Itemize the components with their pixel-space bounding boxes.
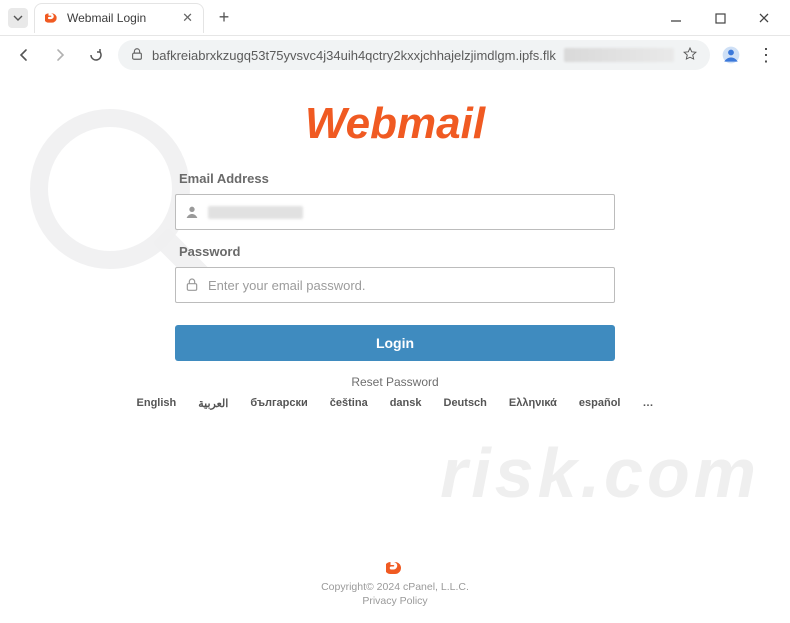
lang-option[interactable]: Ελληνικά (509, 397, 557, 410)
tab-close-button[interactable]: ✕ (182, 10, 193, 26)
new-tab-button[interactable]: + (210, 4, 238, 32)
language-row: English العربية български čeština dansk … (175, 397, 615, 410)
login-form: Webmail Email Address Password Login Res… (175, 99, 615, 410)
webmail-logo: Webmail (175, 99, 615, 149)
browser-tab[interactable]: Webmail Login ✕ (34, 3, 204, 33)
browser-menu-button[interactable]: ⋮ (752, 45, 780, 66)
browser-titlebar: Webmail Login ✕ + (0, 0, 790, 36)
password-label: Password (175, 244, 615, 259)
page-content: risk.com Webmail Email Address Password … (0, 74, 790, 623)
nav-forward-button[interactable] (46, 41, 74, 69)
lang-option[interactable]: español (579, 397, 621, 410)
page-footer: Copyright© 2024 cPanel, L.L.C. Privacy P… (0, 559, 790, 607)
email-label: Email Address (175, 171, 615, 186)
tab-dropdown-button[interactable] (8, 8, 28, 28)
login-button[interactable]: Login (175, 325, 615, 361)
watermark-text: risk.com (440, 433, 760, 513)
email-value-obscured (208, 206, 303, 219)
lock-icon (184, 277, 200, 293)
url-obscured-suffix (564, 48, 674, 62)
lang-option[interactable]: dansk (390, 397, 422, 410)
reset-password-link[interactable]: Reset Password (175, 375, 615, 389)
email-field[interactable] (175, 194, 615, 230)
nav-reload-button[interactable] (82, 41, 110, 69)
lang-option[interactable]: Deutsch (444, 397, 487, 410)
site-info-icon[interactable] (130, 47, 144, 64)
window-maximize-button[interactable] (698, 4, 742, 32)
tab-title: Webmail Login (67, 11, 174, 25)
password-field[interactable] (175, 267, 615, 303)
nav-back-button[interactable] (10, 41, 38, 69)
copyright-text: Copyright© 2024 cPanel, L.L.C. (0, 581, 790, 593)
window-close-button[interactable] (742, 4, 786, 32)
password-input[interactable] (208, 278, 606, 293)
address-bar[interactable]: bafkreiabrxkzugq53t75yvsvc4j34uih4qctry2… (118, 40, 710, 70)
lang-option[interactable]: български (250, 397, 307, 410)
privacy-policy-link[interactable]: Privacy Policy (0, 595, 790, 607)
user-icon (184, 204, 200, 220)
profile-avatar[interactable] (718, 42, 744, 68)
browser-toolbar: bafkreiabrxkzugq53t75yvsvc4j34uih4qctry2… (0, 36, 790, 74)
lang-option[interactable]: العربية (198, 397, 228, 410)
lang-more[interactable]: … (642, 397, 653, 410)
lang-option[interactable]: čeština (330, 397, 368, 410)
cpanel-logo (0, 559, 790, 577)
lang-option[interactable]: English (137, 397, 177, 410)
url-text: bafkreiabrxkzugq53t75yvsvc4j34uih4qctry2… (152, 48, 556, 63)
tab-favicon (45, 11, 59, 25)
window-minimize-button[interactable] (654, 4, 698, 32)
window-controls (654, 0, 786, 36)
bookmark-star-icon[interactable] (682, 46, 698, 65)
